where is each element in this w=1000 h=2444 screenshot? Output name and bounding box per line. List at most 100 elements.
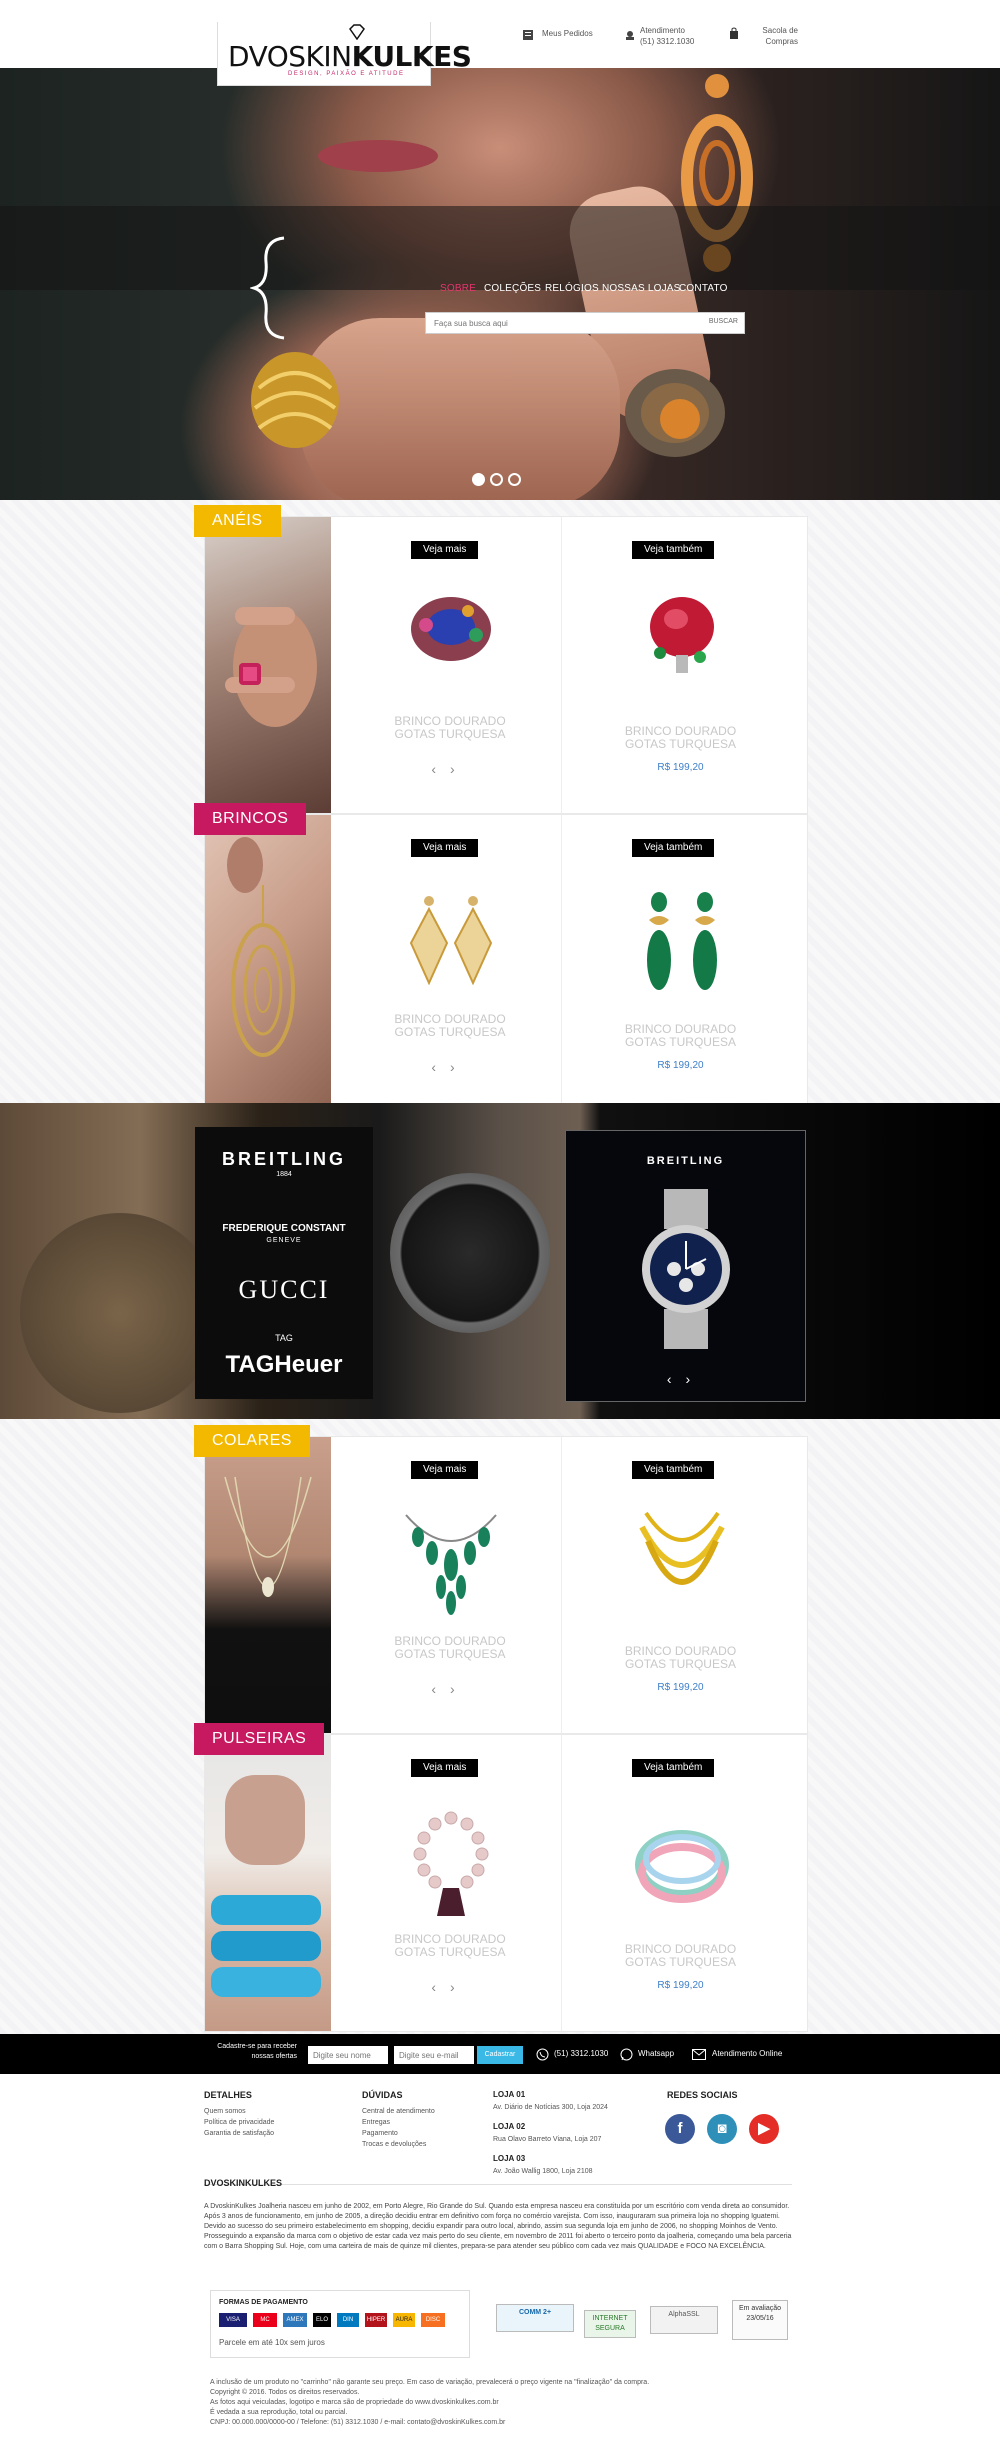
search-button[interactable]: BUSCAR (709, 318, 738, 325)
chevron-right-icon[interactable]: › (450, 1059, 469, 1075)
product-name-line-2[interactable]: GOTAS TURQUESA (562, 1956, 799, 1969)
footer-link-pagamento[interactable]: Pagamento (362, 2128, 398, 2139)
product-name-line-2[interactable]: GOTAS TURQUESA (331, 728, 569, 741)
carousel-dot-3[interactable] (508, 473, 521, 486)
newsletter-name-input[interactable] (308, 2046, 388, 2064)
product-name-line-2[interactable]: GOTAS TURQUESA (562, 738, 799, 751)
support-link[interactable]: Atendimento (51) 3312.1030 (624, 25, 704, 51)
nav-item-nossas-lojas[interactable]: NOSSAS LOJAS (602, 283, 681, 294)
footer-link-trocas[interactable]: Trocas e devoluções (362, 2139, 426, 2150)
top-bar: Meus Pedidos Atendimento (51) 3312.1030 … (0, 0, 1000, 68)
product-carousel-arrows[interactable]: ‹› (331, 1681, 569, 1697)
curly-brace-ornament (250, 236, 285, 340)
product-card-pulseiras-right[interactable]: Veja também BRINCO DOURADO GOTAS TURQUES… (561, 1735, 799, 2031)
chevron-right-icon[interactable]: › (450, 1979, 469, 1995)
product-card-aneis-right[interactable]: Veja também BRINCO DOURADO GOTAS TURQUES… (561, 517, 799, 813)
watch-carousel-arrows[interactable]: ‹› (566, 1371, 805, 1387)
newsletter-phone[interactable]: (51) 3312.1030 (554, 2049, 608, 2058)
brand-frederique-constant[interactable]: FREDERIQUE CONSTANT (195, 1223, 373, 1234)
newsletter-email-input[interactable] (394, 2046, 474, 2064)
nav-item-sobre[interactable]: SOBRE (440, 283, 476, 294)
veja-tambem-tag[interactable]: Veja também (632, 1461, 715, 1479)
featured-watch-card[interactable]: BREITLING ‹› (565, 1130, 806, 1402)
brand-frederique-geneve: GENEVE (266, 1237, 302, 1244)
comm-badge[interactable]: COMM 2+ (496, 2304, 574, 2332)
instagram-icon[interactable]: ◙ (707, 2114, 737, 2144)
product-name-line-2[interactable]: GOTAS TURQUESA (562, 1658, 799, 1671)
product-price: R$ 199,20 (657, 1682, 704, 1693)
facebook-icon[interactable]: f (665, 2114, 695, 2144)
footer-link-entregas[interactable]: Entregas (362, 2117, 390, 2128)
section-pulseiras: PULSEIRAS Veja mais BRINCO DOURADO GOTAS… (194, 1723, 808, 2032)
brand-gucci[interactable]: GUCCI (195, 1275, 373, 1305)
online-support-link[interactable]: Atendimento Online (712, 2049, 782, 2058)
store-3-address: Av. João Wallig 1800, Loja 2108 (493, 2168, 593, 2175)
watches-banner (0, 1103, 1000, 1419)
product-image-necklace-gold (639, 1511, 725, 1585)
product-image-ring-red (650, 597, 714, 673)
brincos-earring-illustration (227, 837, 295, 1057)
product-carousel-arrows[interactable]: ‹› (331, 1979, 569, 1995)
carousel-dot-1[interactable] (472, 473, 485, 486)
chevron-right-icon[interactable]: › (450, 761, 469, 777)
chevron-right-icon[interactable]: › (450, 1681, 469, 1697)
veja-mais-tag[interactable]: Veja mais (411, 839, 479, 857)
nav-item-contato[interactable]: CONTATO (679, 283, 728, 294)
section-title-brincos: BRINCOS (194, 803, 307, 835)
footer-link-central[interactable]: Central de atendimento (362, 2106, 435, 2117)
newsletter-submit-button[interactable]: Cadastrar (477, 2046, 523, 2064)
product-name-line-2[interactable]: GOTAS TURQUESA (331, 1026, 569, 1039)
payment-cards-row: VISA MC AMEX ELO DIN HIPER AURA DISC (219, 2313, 445, 2329)
chevron-left-icon[interactable]: ‹ (667, 1371, 686, 1387)
chevron-left-icon[interactable]: ‹ (431, 1059, 450, 1075)
my-orders-link[interactable]: Meus Pedidos (522, 28, 602, 42)
veja-tambem-tag[interactable]: Veja também (632, 839, 715, 857)
brand-tagheuer[interactable]: TAGHeuer (195, 1351, 373, 1379)
veja-mais-tag[interactable]: Veja mais (411, 541, 479, 559)
product-card-colares-left[interactable]: Veja mais BRINCO DOURADO GOTAS TURQUESA … (331, 1437, 569, 1733)
product-name-line-2[interactable]: GOTAS TURQUESA (331, 1648, 569, 1661)
veja-mais-tag[interactable]: Veja mais (411, 1461, 479, 1479)
chevron-left-icon[interactable]: ‹ (431, 761, 450, 777)
nav-item-relogios[interactable]: RELÓGIOS (545, 283, 599, 294)
installments-text: Parcele em até 10x sem juros (219, 2338, 325, 2347)
chevron-left-icon[interactable]: ‹ (431, 1979, 450, 1995)
watch-product-image (642, 1189, 730, 1349)
cart-link[interactable]: Sacola de Compras (728, 25, 798, 51)
product-name-line-2[interactable]: GOTAS TURQUESA (331, 1946, 569, 1959)
product-card-colares-right[interactable]: Veja também BRINCO DOURADO GOTAS TURQUES… (561, 1437, 799, 1733)
chevron-left-icon[interactable]: ‹ (431, 1681, 450, 1697)
footer-divider (204, 2184, 792, 2185)
carousel-dot-2[interactable] (490, 473, 503, 486)
footer-link-privacidade[interactable]: Política de privacidade (204, 2117, 274, 2128)
product-carousel-arrows[interactable]: ‹› (331, 761, 569, 777)
alphassl-badge[interactable]: AlphaSSL (650, 2306, 718, 2334)
product-card-brincos-left[interactable]: Veja mais BRINCO DOURADO GOTAS TURQUESA … (331, 815, 569, 1111)
footer-social-title: REDES SOCIAIS (667, 2090, 738, 2100)
veja-tambem-tag[interactable]: Veja também (632, 1759, 715, 1777)
nav-item-colecoes[interactable]: COLEÇÕES (484, 283, 541, 294)
footer-link-quem-somos[interactable]: Quem somos (204, 2106, 246, 2117)
ebit-badge[interactable]: Em avaliação 23/05/16 (732, 2300, 788, 2340)
site-logo[interactable]: DVOSKINKULKES DESIGN, PAIXÃO E ATITUDE (217, 22, 472, 86)
whatsapp-link[interactable]: Whatsapp (638, 2049, 674, 2058)
internet-segura-badge[interactable]: INTERNET SEGURA (584, 2310, 636, 2338)
section-title-aneis: ANÉIS (194, 505, 281, 537)
chevron-right-icon[interactable]: › (686, 1371, 705, 1387)
footer-doubts-title: DÚVIDAS (362, 2090, 403, 2100)
product-card-pulseiras-left[interactable]: Veja mais BRINCO DOURADO GOTAS TURQUESA … (331, 1735, 569, 2031)
product-card-brincos-right[interactable]: Veja também BRINCO DOURADO GOTAS TURQUES… (561, 815, 799, 1111)
footer-link-garantia[interactable]: Garantia de satisfação (204, 2128, 274, 2139)
veja-mais-tag[interactable]: Veja mais (411, 1759, 479, 1777)
legal-line-1: A inclusão de um produto no "carrinho" n… (210, 2379, 650, 2386)
product-name-line-2[interactable]: GOTAS TURQUESA (562, 1036, 799, 1049)
search-input[interactable] (426, 313, 696, 334)
legal-line-2: Copyright © 2016. Todos os direitos rese… (210, 2389, 360, 2396)
aura-icon: AURA (393, 2313, 415, 2327)
product-card-aneis-left[interactable]: Veja mais BRINCO DOURADO GOTAS TURQUESA … (331, 517, 569, 813)
product-carousel-arrows[interactable]: ‹› (331, 1059, 569, 1075)
youtube-icon[interactable]: ▶ (749, 2114, 779, 2144)
footer-about-title: DVOSKINKULKES (204, 2178, 283, 2188)
veja-tambem-tag[interactable]: Veja também (632, 541, 715, 559)
brand-breitling[interactable]: BREITLING (195, 1149, 373, 1170)
